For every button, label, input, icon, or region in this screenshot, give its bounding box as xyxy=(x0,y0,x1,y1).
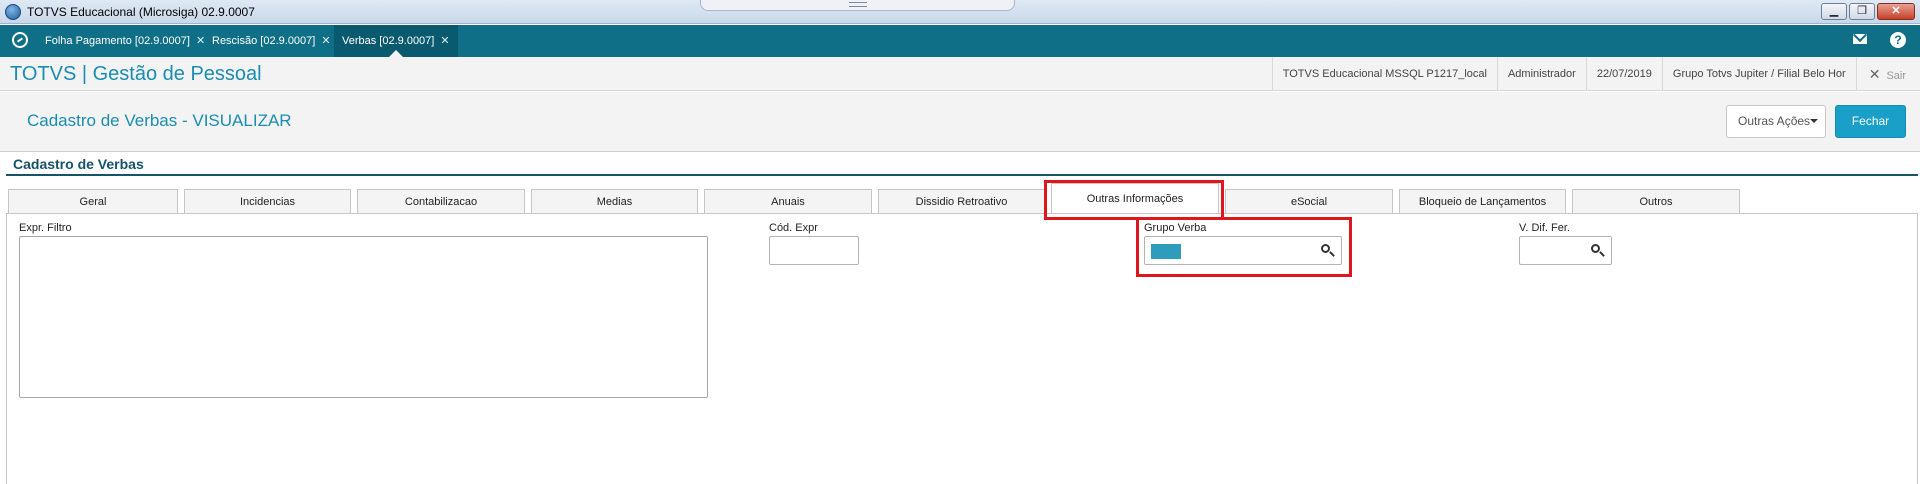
window-drag-handle[interactable] xyxy=(700,0,1015,11)
tab-outros[interactable]: Outros xyxy=(1572,189,1740,213)
tab-verbas[interactable]: Verbas [02.9.0007] ✕ xyxy=(334,25,458,57)
cod-expr-label: Cód. Expr xyxy=(769,222,818,234)
tab-esocial[interactable]: eSocial xyxy=(1225,189,1393,213)
date-info: 22/07/2019 xyxy=(1585,57,1662,91)
logout-icon: ✕ xyxy=(1868,66,1881,82)
app-logo-icon xyxy=(5,4,21,20)
tab-folha-pagamento[interactable]: Folha Pagamento [02.9.0007] ✕ xyxy=(37,25,213,57)
user-info: Administrador xyxy=(1496,57,1586,91)
tab-close-icon[interactable]: ✕ xyxy=(440,35,449,47)
help-icon[interactable]: ? xyxy=(1890,32,1906,48)
restore-icon: ❐ xyxy=(1857,5,1867,17)
logout-label: Sair xyxy=(1886,70,1906,82)
page-title: Cadastro de Verbas - VISUALIZAR xyxy=(27,111,292,130)
tab-incidencias[interactable]: Incidencias xyxy=(184,189,351,213)
page-header: Cadastro de Verbas - VISUALIZAR Outras A… xyxy=(0,92,1920,152)
window-title-bar: TOTVS Educacional (Microsiga) 02.9.0007 … xyxy=(0,0,1920,24)
close-button[interactable]: Fechar xyxy=(1835,105,1906,138)
home-icon[interactable] xyxy=(12,32,28,48)
maximize-button[interactable]: ❐ xyxy=(1849,3,1875,20)
cod-expr-field[interactable] xyxy=(769,236,859,265)
section-divider xyxy=(6,174,1918,176)
tab-dissidio-retroativo[interactable]: Dissidio Retroativo xyxy=(878,189,1045,213)
tab-contabilizacao[interactable]: Contabilizacao xyxy=(357,189,525,213)
chevron-down-icon xyxy=(1810,119,1818,123)
close-icon: ✕ xyxy=(1891,5,1901,17)
session-info-bar: TOTVS Educacional MSSQL P1217_local Admi… xyxy=(1271,57,1920,91)
window-close-button[interactable]: ✕ xyxy=(1877,3,1915,20)
tab-highlight-box xyxy=(1044,180,1224,220)
tab-geral[interactable]: Geral xyxy=(8,189,178,213)
tab-medias[interactable]: Medias xyxy=(531,189,698,213)
other-actions-label: Outras Ações xyxy=(1738,114,1811,128)
expr-filtro-label: Expr. Filtro xyxy=(19,222,72,234)
search-icon[interactable] xyxy=(1591,244,1605,258)
window-title: TOTVS Educacional (Microsiga) 02.9.0007 xyxy=(27,5,255,19)
tab-label: Folha Pagamento [02.9.0007] xyxy=(45,35,190,47)
mail-icon[interactable] xyxy=(1853,34,1867,44)
section-title: Cadastro de Verbas xyxy=(13,156,144,172)
field-highlight-box xyxy=(1136,217,1352,277)
environment-info: TOTVS Educacional MSSQL P1217_local xyxy=(1271,57,1497,91)
minimize-button[interactable]: ▁ xyxy=(1821,3,1847,20)
logout-button[interactable]: ✕ Sair xyxy=(1855,57,1920,91)
brand-title: TOTVS | Gestão de Pessoal xyxy=(10,63,262,85)
company-info: Grupo Totvs Jupiter / Filial Belo Hor xyxy=(1661,57,1856,91)
tab-label: Verbas [02.9.0007] xyxy=(342,35,435,47)
tab-label: Rescisão [02.9.0007] xyxy=(212,35,316,47)
minimize-icon: ▁ xyxy=(1829,5,1839,17)
tab-anuais[interactable]: Anuais xyxy=(704,189,872,213)
grip-icon xyxy=(849,2,867,7)
expr-filtro-field[interactable] xyxy=(19,236,708,398)
tab-rescisao[interactable]: Rescisão [02.9.0007] ✕ xyxy=(204,25,339,57)
v-dif-fer-field[interactable] xyxy=(1519,236,1612,265)
v-dif-fer-label: V. Dif. Fer. xyxy=(1519,222,1570,234)
tab-bloqueio-lancamentos[interactable]: Bloqueio de Lançamentos xyxy=(1399,189,1566,213)
app-header: TOTVS | Gestão de Pessoal TOTVS Educacio… xyxy=(0,57,1920,91)
other-actions-button[interactable]: Outras Ações xyxy=(1726,105,1826,138)
app-tab-strip: Folha Pagamento [02.9.0007] ✕ Rescisão [0… xyxy=(0,25,1920,57)
tab-close-icon[interactable]: ✕ xyxy=(321,35,330,47)
